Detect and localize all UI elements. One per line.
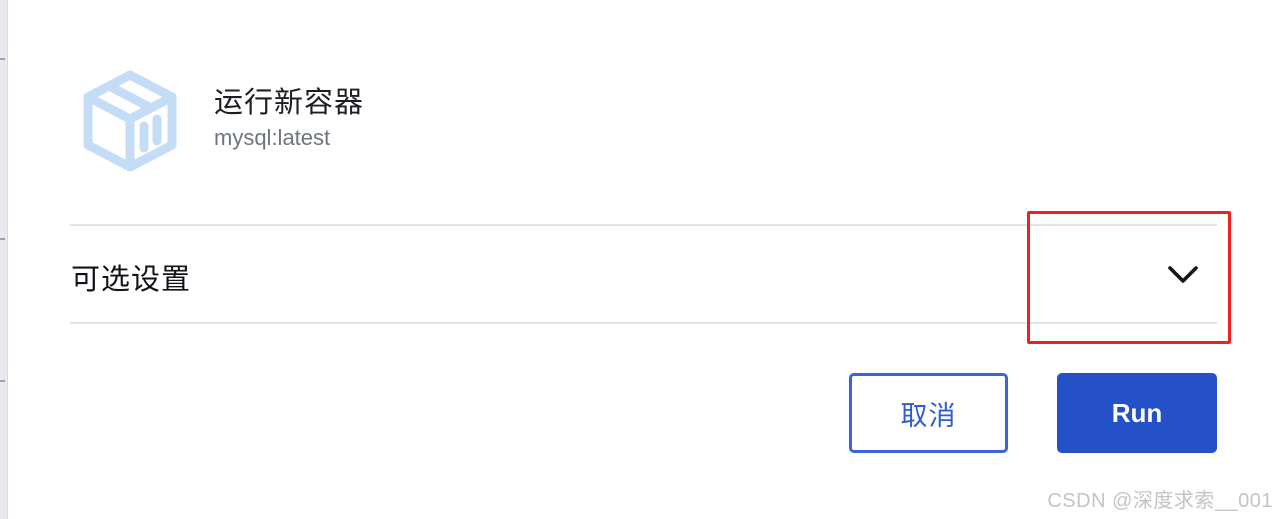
run-button[interactable]: Run [1057,373,1217,453]
dialog-title-block: 运行新容器 mysql:latest [214,83,364,153]
container-cube-icon [83,70,177,172]
run-container-dialog: 运行新容器 mysql:latest 可选设置 取消 Run CSDN @深度求… [7,0,1279,519]
background-divider [0,380,5,382]
chevron-down-icon[interactable] [1163,257,1203,293]
background-divider [0,238,5,240]
dialog-header: 运行新容器 mysql:latest [80,68,364,174]
background-window-edge [0,0,7,519]
watermark-text: CSDN @深度求索__001 [1047,490,1273,512]
optional-settings-accordion[interactable]: 可选设置 [70,224,1217,324]
optional-settings-label: 可选设置 [71,262,192,296]
dialog-title: 运行新容器 [214,85,365,119]
background-divider [0,58,5,60]
cancel-button[interactable]: 取消 [849,373,1008,453]
image-name: mysql:latest [214,125,331,150]
